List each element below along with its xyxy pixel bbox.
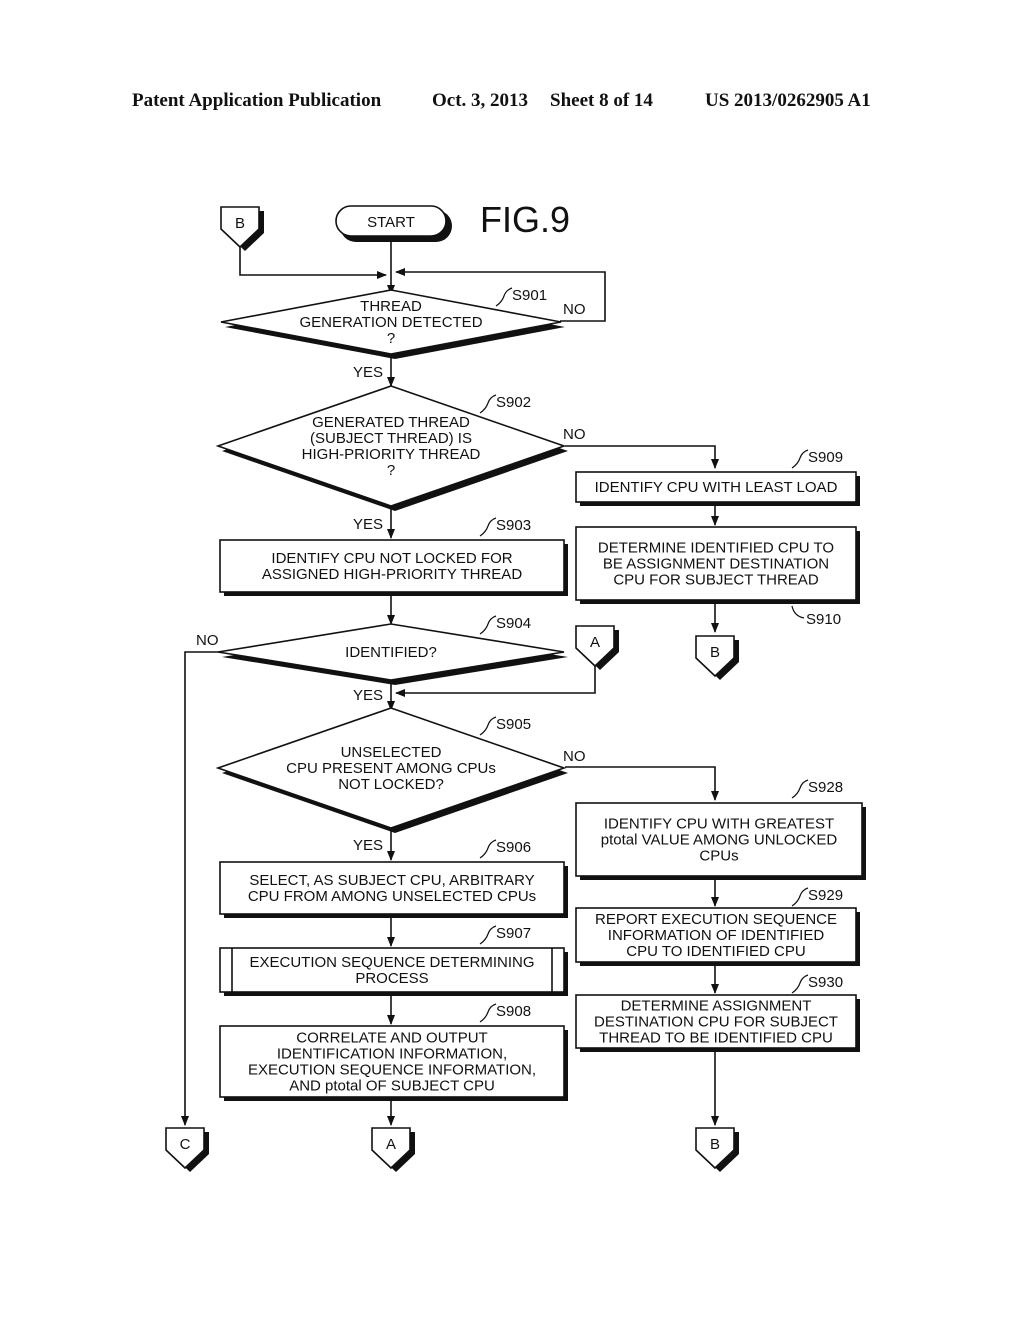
step-id-s905: S905 <box>496 716 531 733</box>
process-s910: DETERMINE IDENTIFIED CPU TOBE ASSIGNMENT… <box>575 526 860 628</box>
process-s907-text-line: PROCESS <box>355 970 428 987</box>
decision-s905-text-line: UNSELECTED <box>341 744 442 761</box>
step-id-s907: S907 <box>496 925 531 942</box>
process-s907: EXECUTION SEQUENCE DETERMININGPROCESS S90… <box>219 925 568 996</box>
step-id-s928: S928 <box>808 779 843 796</box>
step-id-s929: S929 <box>808 887 843 904</box>
decision-s902-text-line: HIGH-PRIORITY THREAD <box>302 446 481 463</box>
step-id-s903: S903 <box>496 517 531 534</box>
connector-b-top: B <box>220 206 264 251</box>
yes-label-s901: YES <box>353 364 383 381</box>
process-s930-text-line: DESTINATION CPU FOR SUBJECT <box>594 1014 838 1031</box>
decision-s901-text-line: GENERATION DETECTED <box>299 314 482 331</box>
process-s930-text-line: DETERMINE ASSIGNMENT <box>621 998 812 1015</box>
process-s910-text-line: DETERMINE IDENTIFIED CPU TO <box>598 540 834 557</box>
process-s903-text-line: ASSIGNED HIGH-PRIORITY THREAD <box>262 566 522 583</box>
process-s928-text-line: ptotal VALUE AMONG UNLOCKED <box>601 832 838 849</box>
step-id-s908: S908 <box>496 1003 531 1020</box>
process-s908-text-line: CORRELATE AND OUTPUT <box>296 1030 487 1047</box>
connector-b-mid-label: B <box>710 644 720 661</box>
decision-s905-text-line: CPU PRESENT AMONG CPUs <box>286 760 496 777</box>
connector-a-right: A <box>575 625 619 670</box>
process-s907-text-line: EXECUTION SEQUENCE DETERMINING <box>249 954 534 971</box>
yes-label-s905: YES <box>353 837 383 854</box>
step-id-s906: S906 <box>496 839 531 856</box>
flowchart: FIG.9 START BABC A BTHREADGENERATION DET… <box>165 199 866 1172</box>
process-s908-text-line: AND ptotal OF SUBJECT CPU <box>289 1078 495 1095</box>
decision-s904-text-line: IDENTIFIED? <box>345 644 437 661</box>
process-s930: DETERMINE ASSIGNMENTDESTINATION CPU FOR … <box>575 974 860 1052</box>
connector-b-top-label: B <box>235 215 245 232</box>
start-terminator: START <box>335 205 452 242</box>
process-s903-text-line: IDENTIFY CPU NOT LOCKED FOR <box>271 550 512 567</box>
step-id-s902: S902 <box>496 394 531 411</box>
connector-a-right-label: A <box>590 634 600 651</box>
decision-s902-text-line: ? <box>387 462 395 479</box>
connector-a-bottom: A <box>371 1127 415 1172</box>
step-id-s909: S909 <box>808 449 843 466</box>
process-s928-text-line: IDENTIFY CPU WITH GREATEST <box>604 816 834 833</box>
process-s929-text-line: INFORMATION OF IDENTIFIED <box>608 927 825 944</box>
process-s908: CORRELATE AND OUTPUTIDENTIFICATION INFOR… <box>219 1003 568 1101</box>
step-id-s930: S930 <box>808 974 843 991</box>
process-s910-text-line: CPU FOR SUBJECT THREAD <box>613 572 818 589</box>
decision-s905: UNSELECTEDCPU PRESENT AMONG CPUsNOT LOCK… <box>215 707 568 833</box>
process-s930-text-line: THREAD TO BE IDENTIFIED CPU <box>599 1030 833 1047</box>
decision-s901-text-line: THREAD <box>360 298 422 315</box>
no-label-s905: NO <box>563 748 586 765</box>
process-s929: REPORT EXECUTION SEQUENCEINFORMATION OF … <box>575 887 860 966</box>
yes-label-s904: YES <box>353 687 383 704</box>
step-id-s901: S901 <box>512 287 547 304</box>
connector-b-bottom-label: B <box>710 1136 720 1153</box>
process-s928: IDENTIFY CPU WITH GREATESTptotal VALUE A… <box>575 779 866 880</box>
decision-s902: GENERATED THREAD(SUBJECT THREAD) ISHIGH-… <box>215 385 568 511</box>
no-label-s904: NO <box>196 632 219 649</box>
decision-s904: IDENTIFIED? S904 <box>217 615 568 685</box>
process-s906-text-line: SELECT, AS SUBJECT CPU, ARBITRARY <box>249 872 534 889</box>
process-s909-text-line: IDENTIFY CPU WITH LEAST LOAD <box>595 479 838 496</box>
decision-s901-text-line: ? <box>387 330 395 347</box>
yes-label-s902: YES <box>353 516 383 533</box>
process-s908-text-line: EXECUTION SEQUENCE INFORMATION, <box>248 1062 536 1079</box>
decision-s905-text-line: NOT LOCKED? <box>338 776 444 793</box>
no-label-s902: NO <box>563 426 586 443</box>
decision-s902-text-line: (SUBJECT THREAD) IS <box>310 430 472 447</box>
process-s928-text-line: CPUs <box>699 848 738 865</box>
decision-s901: THREADGENERATION DETECTED? S901 <box>220 287 565 359</box>
process-s909: IDENTIFY CPU WITH LEAST LOAD S909 <box>575 449 860 506</box>
process-s929-text-line: CPU TO IDENTIFIED CPU <box>626 943 805 960</box>
process-s929-text-line: REPORT EXECUTION SEQUENCE <box>595 911 837 928</box>
connector-b-bottom: B <box>695 1127 739 1172</box>
process-s903: IDENTIFY CPU NOT LOCKED FORASSIGNED HIGH… <box>219 517 568 596</box>
connector-c-bottom-label: C <box>180 1136 191 1153</box>
step-id-s904: S904 <box>496 615 531 632</box>
no-label-s901: NO <box>563 301 586 318</box>
figure-title: FIG.9 <box>480 199 570 240</box>
decision-s902-text-line: GENERATED THREAD <box>312 414 470 431</box>
process-s910-text-line: BE ASSIGNMENT DESTINATION <box>603 556 829 573</box>
step-id-s910: S910 <box>806 611 841 628</box>
connector-a-bottom-label: A <box>386 1136 396 1153</box>
start-label: START <box>367 214 415 231</box>
process-s906: SELECT, AS SUBJECT CPU, ARBITRARYCPU FRO… <box>219 839 568 918</box>
process-s908-text-line: IDENTIFICATION INFORMATION, <box>277 1046 507 1063</box>
connector-c-bottom: C <box>165 1127 209 1172</box>
process-s906-text-line: CPU FROM AMONG UNSELECTED CPUs <box>248 888 536 905</box>
connector-b-mid: B <box>695 635 739 680</box>
